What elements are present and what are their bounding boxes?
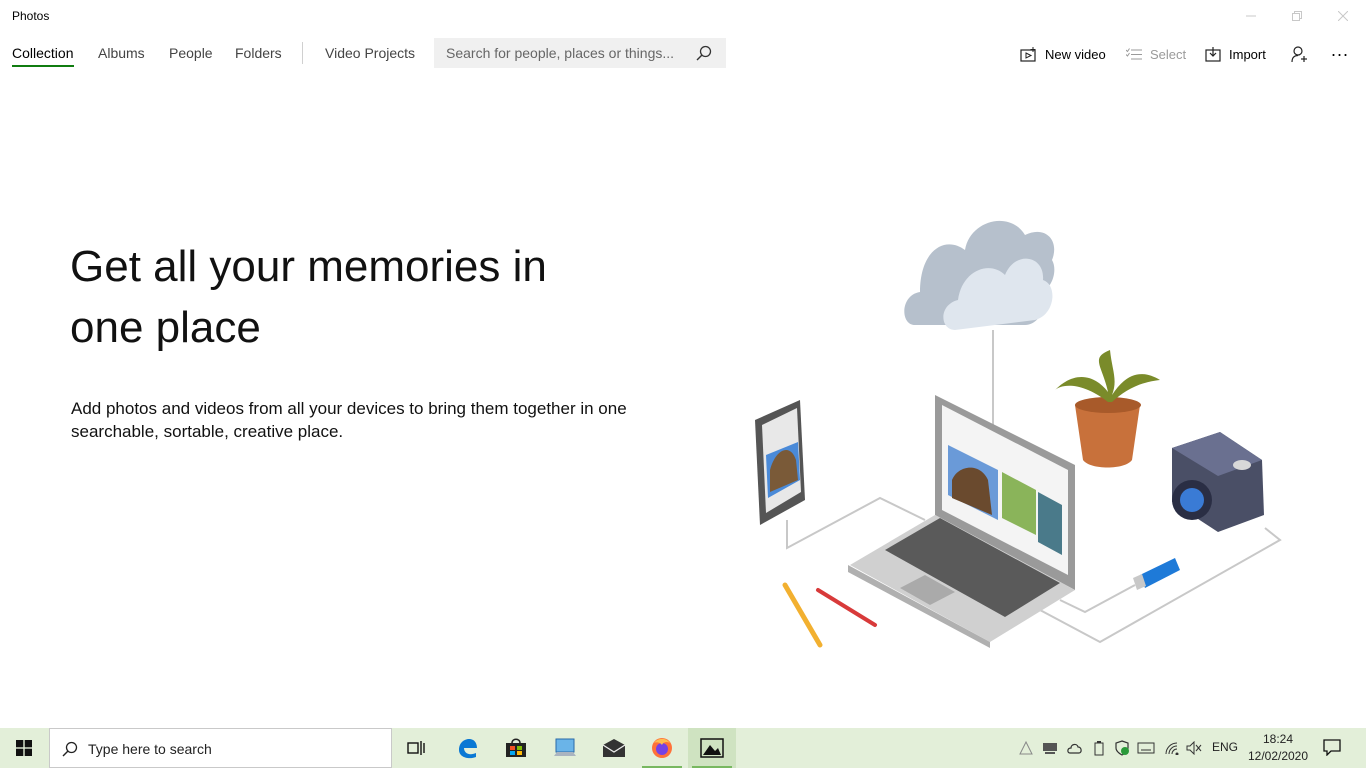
start-button[interactable]	[0, 728, 48, 768]
tab-albums[interactable]: Albums	[98, 45, 145, 61]
taskbar: Type here to search ENG 18:24 12/02/2020	[0, 728, 1366, 768]
tray-item-2[interactable]	[1041, 740, 1059, 756]
network-drive-icon	[1043, 743, 1057, 754]
search-input[interactable]: Search for people, places or things...	[434, 38, 726, 68]
wifi-icon	[1165, 742, 1179, 755]
task-view-button[interactable]	[392, 728, 440, 768]
cloud-icon	[904, 220, 1055, 330]
laptop-icon	[848, 395, 1075, 648]
store-button[interactable]	[492, 728, 540, 768]
add-person-button[interactable]	[1291, 44, 1317, 64]
tray-item-6[interactable]	[1137, 740, 1155, 756]
firefox-button[interactable]	[638, 728, 686, 768]
pencils-icon	[782, 582, 877, 648]
restore-icon	[1292, 11, 1302, 21]
minimize-icon	[1246, 15, 1256, 17]
tray-item-3[interactable]	[1066, 740, 1084, 756]
add-person-icon	[1291, 45, 1307, 62]
tray-item-1[interactable]	[1017, 740, 1035, 756]
maximize-button[interactable]	[1274, 0, 1320, 32]
keyboard-icon	[1137, 742, 1155, 754]
action-center-button[interactable]	[1322, 738, 1342, 761]
search-icon	[62, 741, 78, 757]
camera-icon	[1172, 432, 1264, 532]
task-view-icon	[407, 741, 425, 755]
usb-drive-icon	[1133, 558, 1180, 590]
tab-video-projects[interactable]: Video Projects	[325, 45, 415, 61]
edge-button[interactable]	[443, 728, 491, 768]
cloud-sync-icon	[1067, 743, 1082, 754]
tray-item-5[interactable]	[1113, 740, 1131, 756]
new-video-button[interactable]: New video	[1020, 44, 1106, 64]
photos-button[interactable]	[688, 728, 736, 768]
navigation-bar: Collection Albums People Folders Video P…	[0, 32, 1366, 76]
title-bar: Photos	[0, 0, 1366, 32]
mail-button[interactable]	[590, 728, 638, 768]
devices-cloud-illustration	[755, 220, 1282, 648]
hero-description: Add photos and videos from all your devi…	[71, 399, 627, 441]
tab-people[interactable]: People	[169, 45, 213, 61]
search-icon[interactable]	[696, 45, 712, 61]
mail-icon	[602, 739, 626, 757]
import-label: Import	[1229, 46, 1266, 62]
warning-icon	[1019, 741, 1033, 755]
phone-icon	[755, 400, 805, 525]
import-icon	[1205, 46, 1221, 62]
edge-icon	[459, 739, 477, 759]
select-icon	[1126, 47, 1142, 59]
remote-desktop-button[interactable]	[541, 728, 589, 768]
tab-folders[interactable]: Folders	[235, 45, 282, 61]
firefox-icon	[652, 738, 672, 758]
tray-item-4[interactable]	[1090, 740, 1108, 756]
import-button[interactable]: Import	[1205, 44, 1266, 64]
windows-icon	[16, 740, 32, 756]
minimize-button[interactable]	[1228, 0, 1274, 32]
taskbar-search-placeholder: Type here to search	[88, 741, 212, 757]
select-label: Select	[1150, 46, 1187, 62]
volume-muted-icon	[1186, 741, 1202, 755]
remote-desktop-icon	[554, 738, 576, 756]
active-tab-indicator	[12, 65, 74, 67]
tray-item-7[interactable]	[1163, 740, 1181, 756]
security-shield-icon	[1115, 740, 1129, 756]
select-button[interactable]: Select	[1126, 44, 1186, 64]
close-icon	[1338, 11, 1348, 21]
clock-time: 18:24	[1262, 732, 1294, 746]
app-title: Photos	[12, 9, 50, 23]
nav-divider	[302, 42, 303, 64]
clock[interactable]: 18:24 12/02/2020	[1244, 731, 1312, 765]
tray-item-8[interactable]	[1185, 740, 1203, 756]
battery-icon	[1094, 741, 1104, 756]
new-video-label: New video	[1045, 46, 1106, 62]
store-icon	[506, 738, 526, 757]
plant-icon	[1055, 350, 1160, 468]
photos-icon	[700, 738, 724, 758]
notification-icon	[1323, 739, 1341, 757]
new-video-icon	[1020, 46, 1036, 62]
clock-date: 12/02/2020	[1247, 749, 1309, 763]
more-options-button[interactable]: ...	[1331, 40, 1349, 60]
input-language[interactable]: ENG	[1212, 740, 1238, 754]
close-button[interactable]	[1320, 0, 1366, 32]
search-placeholder: Search for people, places or things...	[446, 45, 675, 61]
tab-collection[interactable]: Collection	[12, 45, 73, 61]
taskbar-search-input[interactable]: Type here to search	[49, 728, 392, 768]
hero-heading: Get all your memories in one place	[70, 242, 547, 352]
